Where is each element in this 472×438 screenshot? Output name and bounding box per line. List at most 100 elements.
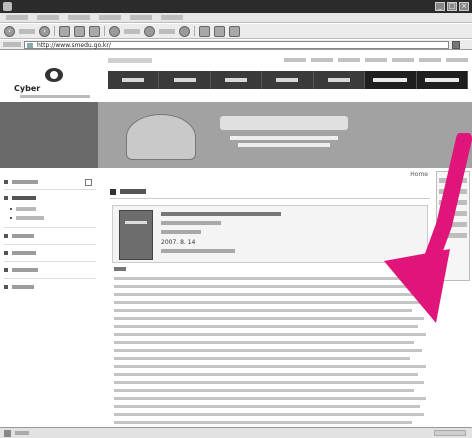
lnb-label [16, 216, 44, 220]
site-logo[interactable]: Cyber [14, 68, 96, 104]
book-cover-image [119, 210, 153, 260]
status-text [15, 431, 29, 435]
favorites-label[interactable] [159, 28, 175, 34]
section-banner [0, 102, 472, 168]
toolbar-divider [194, 26, 195, 36]
gnb-label [373, 78, 408, 82]
lnb-divider [4, 261, 96, 262]
maximize-button[interactable]: □ [447, 2, 457, 11]
banner-illustration [98, 102, 472, 168]
paragraph-line [114, 333, 426, 336]
search-icon[interactable] [109, 25, 120, 37]
utility-link[interactable] [446, 58, 468, 62]
window-titlebar: _ □ × [0, 0, 472, 13]
expand-icon[interactable] [85, 178, 92, 186]
quick-menu-item[interactable] [439, 200, 467, 205]
menu-tools[interactable] [130, 15, 152, 20]
back-icon[interactable]: ‹ [4, 25, 15, 37]
lnb-subitem[interactable] [4, 213, 96, 223]
history-icon[interactable] [179, 25, 190, 37]
lnb-item[interactable] [4, 177, 96, 187]
quick-menu-item[interactable] [439, 178, 467, 183]
utility-link[interactable] [311, 58, 333, 62]
web-page: Cyber Home 2007. 8. 14 [0, 51, 472, 427]
mail-icon[interactable] [199, 25, 210, 37]
lnb-item[interactable] [4, 282, 96, 292]
paragraph-line [114, 301, 426, 304]
logo-emblem-icon [45, 68, 63, 82]
utility-link[interactable] [419, 58, 441, 62]
lnb-label [12, 180, 38, 184]
status-bar [0, 427, 472, 438]
bullet-icon [4, 180, 8, 184]
utility-links [248, 58, 468, 64]
lnb-item[interactable] [4, 231, 96, 241]
paragraph-line [114, 365, 426, 368]
bullet-icon [4, 234, 8, 238]
gnb-item[interactable] [108, 71, 160, 89]
gnb-item-active[interactable] [365, 71, 417, 89]
utility-link[interactable] [338, 58, 360, 62]
lnb-divider [4, 278, 96, 279]
top-shortcut[interactable] [108, 58, 152, 63]
books-illustration [126, 114, 196, 160]
print-icon[interactable] [214, 25, 225, 37]
section-title-panel [0, 102, 98, 168]
paragraph-line [114, 341, 414, 344]
quick-menu-item[interactable] [439, 233, 467, 238]
address-input[interactable]: http://www.smedu.go.kr/ [24, 40, 449, 49]
breadcrumb-home[interactable]: Home [410, 171, 428, 178]
gnb-label [122, 78, 145, 82]
gnb-item[interactable] [314, 71, 366, 89]
menu-help[interactable] [161, 15, 183, 20]
paragraph-line [114, 309, 412, 312]
utility-link[interactable] [365, 58, 387, 62]
banner-caption [230, 136, 338, 140]
book-description [114, 267, 430, 427]
paragraph-line [114, 397, 426, 400]
back-label[interactable] [19, 28, 35, 34]
menu-favorites[interactable] [99, 15, 121, 20]
refresh-icon[interactable] [74, 25, 85, 37]
gnb-item[interactable] [262, 71, 314, 89]
book-download-link[interactable] [161, 249, 235, 253]
favorites-icon[interactable] [144, 25, 155, 37]
quick-menu-item[interactable] [439, 189, 467, 194]
gnb-label [424, 78, 459, 82]
quick-menu [436, 171, 470, 281]
close-button[interactable]: × [459, 2, 469, 11]
gnb-item[interactable] [211, 71, 263, 89]
security-zone [434, 430, 466, 436]
gnb-label [276, 78, 299, 82]
menu-edit[interactable] [37, 15, 59, 20]
lnb-divider [4, 244, 96, 245]
lnb-item[interactable] [4, 248, 96, 258]
toolbar-divider [54, 26, 55, 36]
lnb-label [12, 268, 38, 272]
gnb-item-active[interactable] [416, 71, 468, 89]
main-content: Home 2007. 8. 14 [104, 169, 432, 427]
quick-menu-item[interactable] [439, 222, 467, 227]
lnb-divider [4, 227, 96, 228]
gnb-item[interactable] [159, 71, 211, 89]
lnb-item[interactable] [4, 265, 96, 275]
go-button[interactable] [452, 40, 460, 49]
lnb-item-active[interactable] [4, 193, 96, 203]
stop-icon[interactable] [59, 25, 70, 37]
minimize-button[interactable]: _ [435, 2, 445, 11]
menu-view[interactable] [68, 15, 90, 20]
home-icon[interactable] [89, 25, 100, 37]
page-icon [27, 42, 33, 48]
utility-link[interactable] [392, 58, 414, 62]
quick-menu-item[interactable] [439, 211, 467, 216]
menu-file[interactable] [6, 15, 28, 20]
search-label[interactable] [124, 28, 140, 34]
title-bullet-icon [110, 188, 116, 195]
forward-icon[interactable]: › [39, 25, 50, 37]
book-info-card: 2007. 8. 14 [112, 205, 428, 263]
edit-icon[interactable] [229, 25, 240, 37]
address-url: http://www.smedu.go.kr/ [37, 41, 111, 49]
utility-link[interactable] [284, 58, 306, 62]
lnb-label [12, 251, 36, 255]
doc-title-row [110, 185, 430, 199]
